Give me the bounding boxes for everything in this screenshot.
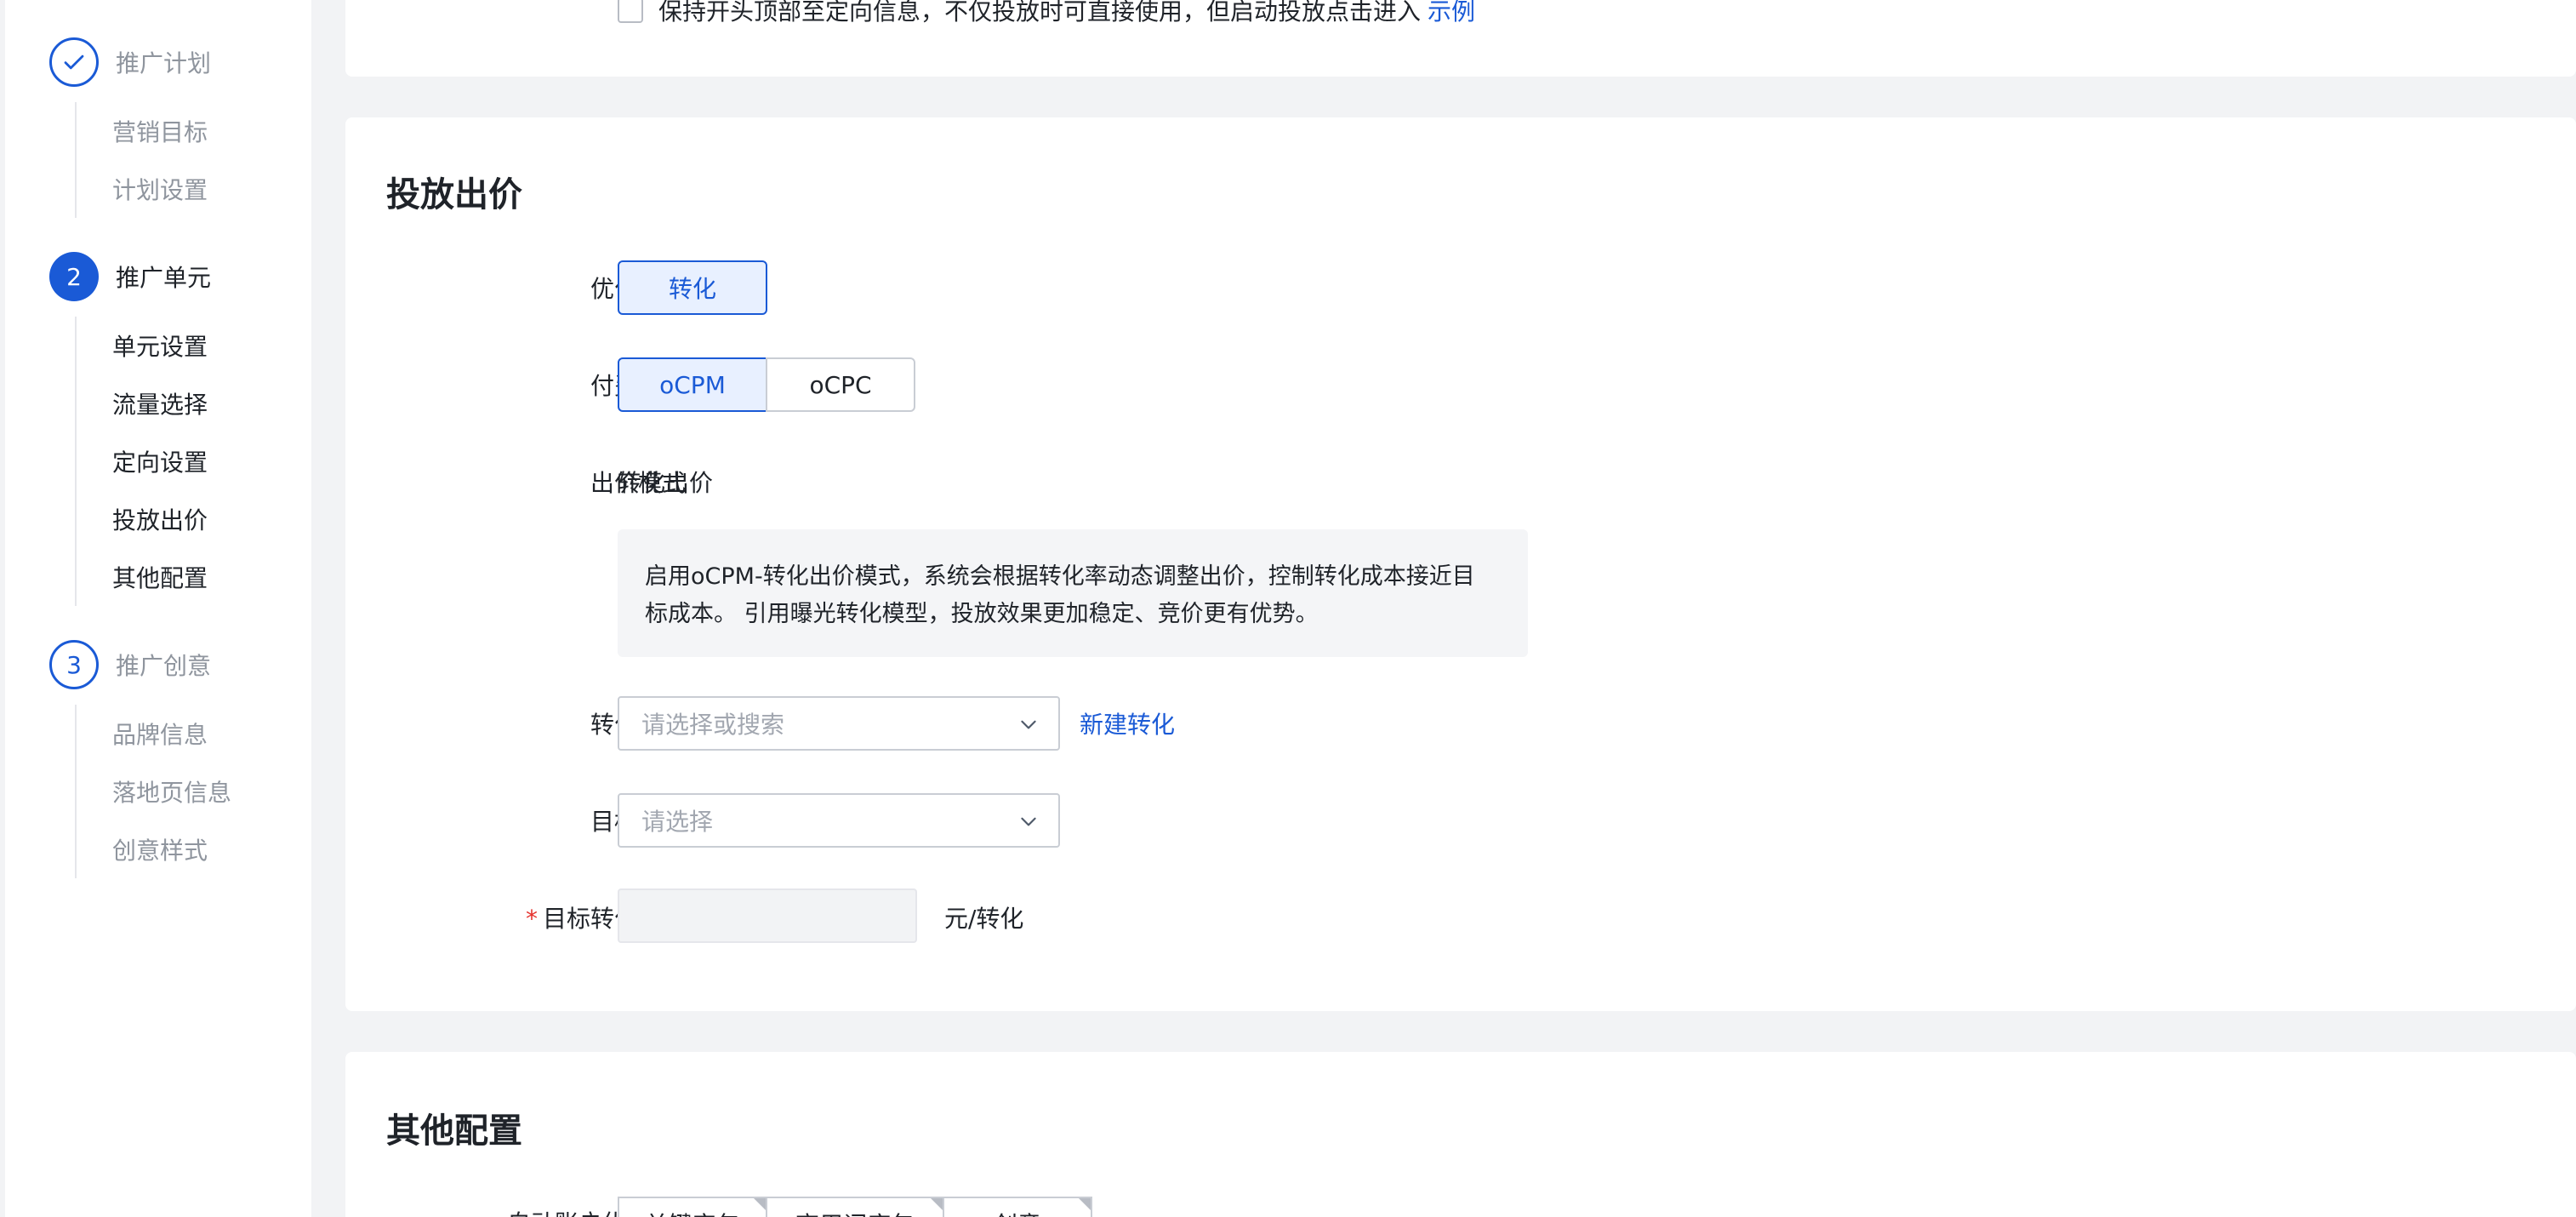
previous-section-card: 保持开头顶部至定向信息，不仅投放时可直接使用，但启动投放点击进入 示例: [345, 0, 2576, 77]
select-placeholder: 请选择: [641, 808, 714, 836]
tag-label: 创意: [994, 1207, 1041, 1217]
pay-mode-ocpc-option[interactable]: oCPC: [766, 357, 915, 412]
target-conversion-select[interactable]: 请选择: [618, 793, 1060, 848]
tag-option[interactable]: 商用词库包: [766, 1197, 944, 1217]
checkbox[interactable]: [618, 0, 643, 23]
step-number: 2: [49, 252, 99, 301]
step-promotion-plan[interactable]: 推广计划: [49, 37, 211, 87]
substep-targeting[interactable]: 定向设置: [77, 432, 208, 490]
step-title: 推广创意: [116, 652, 212, 680]
step-number: 3: [49, 640, 99, 689]
optimize-goal-conversion-option[interactable]: 转化: [618, 260, 767, 315]
corner-mark-icon: [1079, 1198, 1091, 1210]
hint-line: 启用oCPM-转化出价模式，系统会根据转化率动态调整出价，控制转化成本接近目: [645, 563, 1475, 590]
substep-list: 单元设置 流量选择 定向设置 投放出价 其他配置: [75, 317, 208, 606]
chevron-down-icon: [1021, 817, 1036, 826]
tag-option[interactable]: 关键字包: [618, 1197, 767, 1217]
checkbox-row: 保持开头顶部至定向信息，不仅投放时可直接使用，但启动投放点击进入 示例: [618, 0, 1475, 27]
checkbox-label: 保持开头顶部至定向信息，不仅投放时可直接使用，但启动投放点击进入: [658, 0, 1422, 26]
required-mark: *: [525, 905, 538, 933]
corner-mark-icon: [754, 1198, 766, 1210]
tag-option[interactable]: 创意: [943, 1197, 1092, 1217]
hint-line: 标成本。 引用曝光转化模型，投放效果更加稳定、竞价更有优势。: [645, 601, 1319, 627]
chevron-down-icon: [1021, 720, 1036, 729]
bid-section-card: 投放出价 优化目标 转化 付费模式 oCPM oCPC 出价模式 转化出价 启用…: [345, 117, 2576, 1011]
bid-mode-hint: 启用oCPM-转化出价模式，系统会根据转化率动态调整出价，控制转化成本接近目 标…: [618, 529, 1528, 657]
substep-traffic-selection[interactable]: 流量选择: [77, 374, 208, 432]
substep-marketing-goal[interactable]: 营销目标: [77, 102, 208, 160]
step-promotion-unit[interactable]: 2 推广单元: [49, 252, 211, 301]
substep-creative-style[interactable]: 创意样式: [77, 820, 231, 878]
substep-list: 营销目标 计划设置: [75, 102, 208, 218]
optimize-tag-group: 关键字包 商用词库包 创意: [618, 1197, 1092, 1217]
substep-unit-settings[interactable]: 单元设置: [77, 317, 208, 374]
select-placeholder: 请选择或搜索: [641, 711, 785, 739]
corner-mark-icon: [931, 1198, 943, 1210]
substep-list: 品牌信息 落地页信息 创意样式: [75, 705, 231, 878]
step-sidebar: 推广计划 营销目标 计划设置 2 推广单元 单元设置 流量选择 定向设置 投放出…: [0, 0, 311, 1217]
check-icon: [49, 37, 99, 87]
substep-other-config[interactable]: 其他配置: [77, 548, 208, 606]
conversion-name-select[interactable]: 请选择或搜索: [618, 696, 1060, 751]
new-conversion-link[interactable]: 新建转化: [1080, 706, 1175, 740]
tag-label: 关键字包: [645, 1207, 740, 1217]
substep-brand-info[interactable]: 品牌信息: [77, 705, 231, 763]
substep-plan-settings[interactable]: 计划设置: [77, 160, 208, 218]
pay-mode-ocpm-option[interactable]: oCPM: [618, 357, 767, 412]
target-bid-input[interactable]: [618, 888, 917, 943]
step-title: 推广单元: [116, 264, 212, 292]
section-title: 其他配置: [386, 1111, 522, 1151]
bid-mode-value: 转化出价: [618, 469, 714, 497]
step-promotion-creative[interactable]: 3 推广创意: [49, 640, 211, 689]
section-title: 投放出价: [386, 175, 522, 214]
tag-label: 商用词库包: [795, 1207, 915, 1217]
substep-landing-page[interactable]: 落地页信息: [77, 763, 231, 820]
substep-bidding[interactable]: 投放出价: [77, 490, 208, 548]
step-title: 推广计划: [116, 49, 212, 77]
example-link[interactable]: 示例: [1428, 0, 1475, 27]
other-config-card: 其他配置 自动账户优化? 关键字包 商用词库包 创意: [345, 1052, 2576, 1217]
target-bid-unit: 元/转化: [944, 905, 1024, 933]
